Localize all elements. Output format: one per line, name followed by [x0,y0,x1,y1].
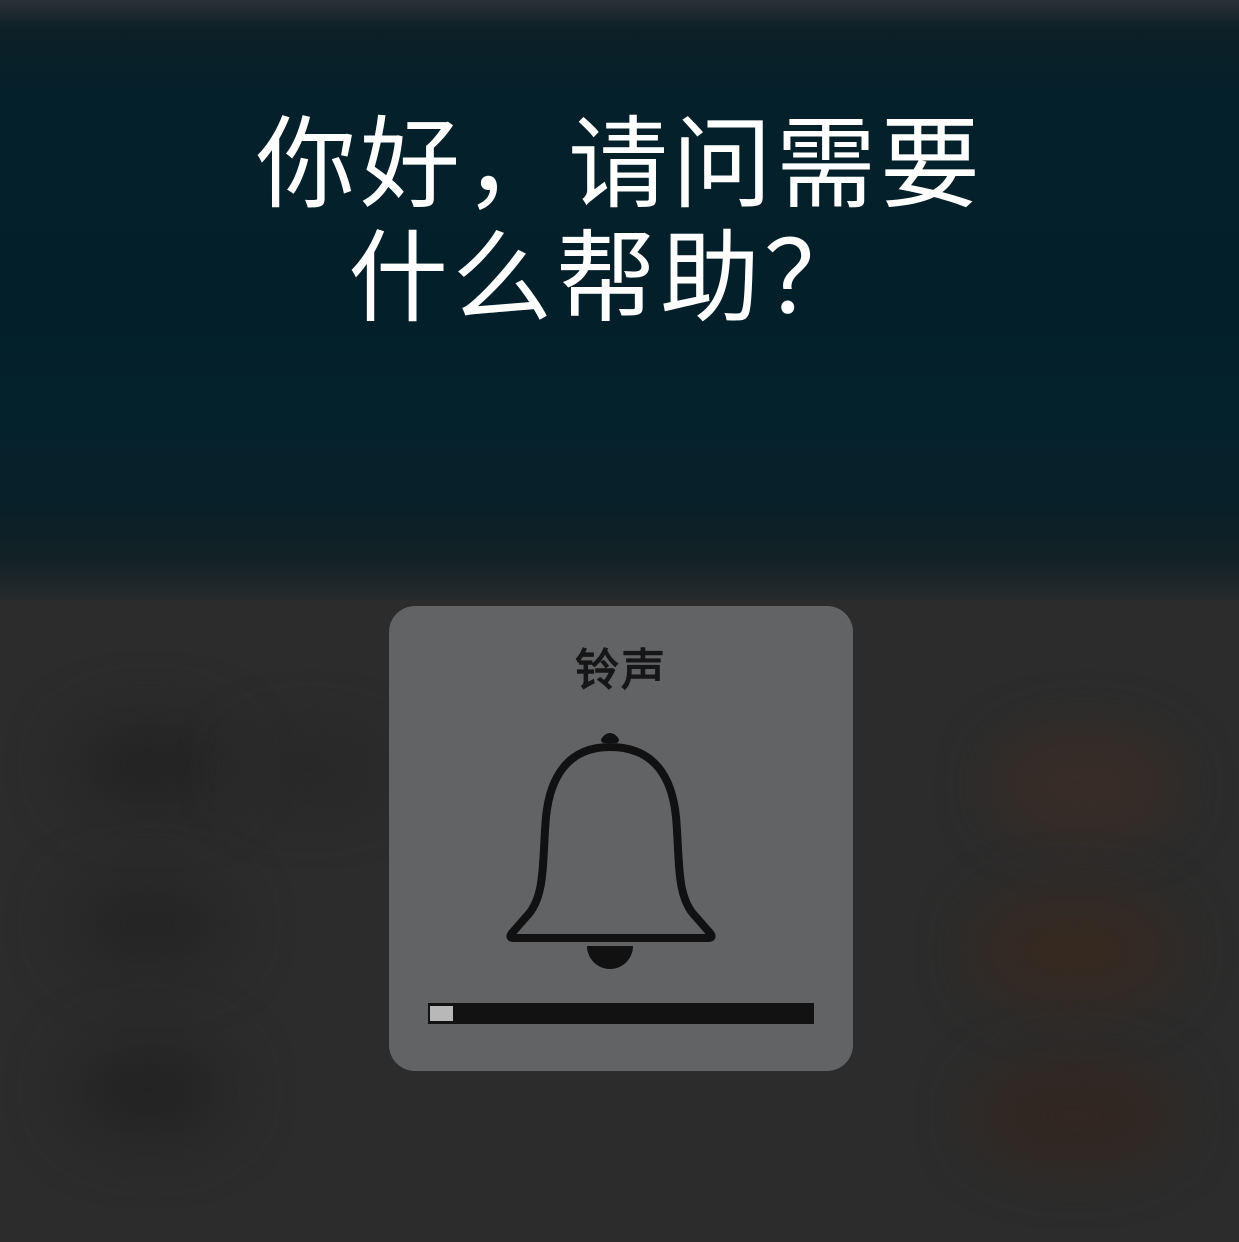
blurred-shape [240,740,380,800]
blurred-shape [70,720,230,810]
blurred-shape [1000,740,1170,830]
hud-title: 铃声 [575,645,667,696]
bell-icon [506,733,716,969]
blurred-shape [980,900,1170,1000]
volume-bar-fill [430,1006,453,1021]
siri-screen: 你好，请问需要 什么帮助？ 铃声 [0,0,1239,1242]
blurred-shape [70,1040,230,1140]
siri-prompt-line2: 什么帮助？ [348,220,868,337]
volume-bar[interactable] [428,1003,814,1024]
siri-prompt-line1: 你好，请问需要 [256,106,984,223]
blurred-shape [980,1070,1170,1160]
siri-prompt: 你好，请问需要 什么帮助？ [200,108,1040,336]
blurred-shape [70,880,230,970]
volume-hud: 铃声 [389,606,853,1071]
